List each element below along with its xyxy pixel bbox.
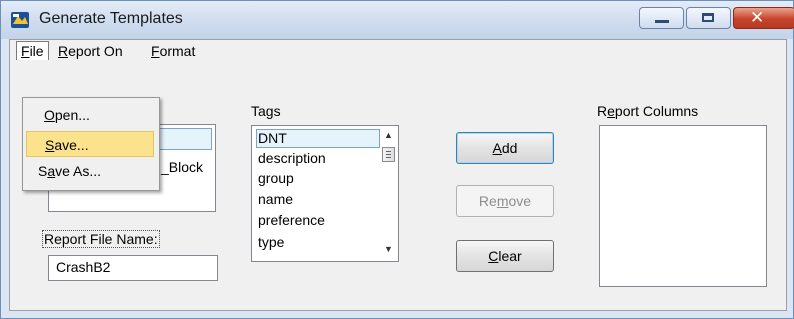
app-window: Generate Templates ✕ File Report On Form… [0, 0, 794, 319]
menu-bar: File Report On Format [10, 40, 786, 62]
menu-file[interactable]: File [16, 41, 49, 60]
maximize-button[interactable] [686, 7, 731, 29]
title-bar[interactable]: Generate Templates ✕ [1, 1, 794, 39]
tag-item-dnt[interactable]: DNT [258, 129, 287, 147]
tag-item-type[interactable]: type [258, 233, 284, 251]
report-file-name-label: Report File Name: [42, 230, 160, 248]
list-item[interactable]: _Block [161, 159, 203, 175]
app-icon [11, 12, 29, 28]
tag-item-description[interactable]: description [258, 149, 326, 167]
menu-format[interactable]: Format [147, 42, 199, 60]
tag-item-group[interactable]: group [258, 169, 294, 187]
report-columns-label: Report Columns [597, 103, 699, 119]
report-file-name-input[interactable]: CrashB2 [48, 255, 218, 281]
close-button[interactable]: ✕ [733, 7, 794, 29]
scroll-down-icon[interactable]: ▼ [380, 241, 397, 258]
scroll-thumb[interactable] [382, 147, 395, 162]
minimize-icon [655, 20, 669, 23]
remove-button[interactable]: Remove [456, 185, 554, 217]
file-menu-dropdown: Open... Save... Save As... [22, 97, 160, 191]
window-title: Generate Templates [39, 10, 183, 27]
close-icon: ✕ [750, 8, 765, 28]
tag-item-preference[interactable]: preference [258, 211, 325, 229]
add-button[interactable]: Add [456, 132, 554, 164]
minimize-button[interactable] [639, 7, 684, 29]
menu-item-open[interactable]: Open... [26, 102, 154, 128]
scroll-up-icon[interactable]: ▲ [380, 127, 397, 144]
grip-line [386, 157, 391, 158]
maximize-icon [702, 13, 714, 22]
menu-item-save[interactable]: Save... [26, 131, 154, 157]
menu-item-save-as[interactable]: Save As... [26, 158, 154, 184]
report-columns-listbox[interactable] [599, 125, 767, 287]
grip-line [386, 154, 391, 155]
tags-label: Tags [251, 103, 281, 119]
dialog-client-area: File Report On Format _Block Report File… [9, 39, 787, 311]
grip-line [386, 151, 391, 152]
tags-scrollbar[interactable]: ▲ ▼ [380, 127, 397, 260]
tag-item-name[interactable]: name [258, 190, 293, 208]
menu-report-on[interactable]: Report On [54, 42, 127, 60]
clear-button[interactable]: Clear [456, 240, 554, 272]
tags-listbox[interactable]: DNT description group name preference ty… [251, 125, 399, 262]
